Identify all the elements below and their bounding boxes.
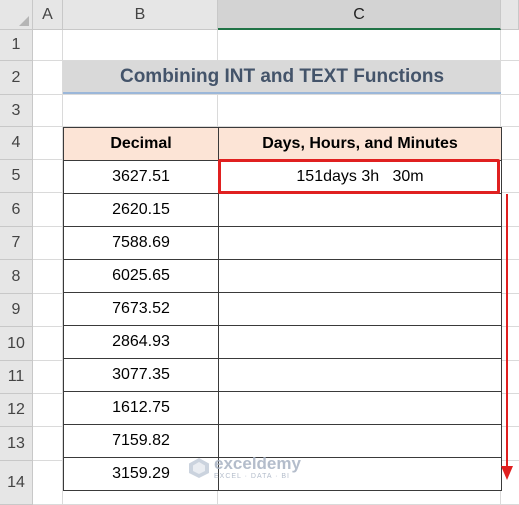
watermark-tagline: EXCEL · DATA · BI xyxy=(214,473,290,480)
row-header-7[interactable]: 7 xyxy=(0,227,33,260)
sheet-title[interactable]: Combining INT and TEXT Functions xyxy=(63,61,501,94)
decimal-cell[interactable]: 1612.75 xyxy=(63,391,219,425)
row-header-14[interactable]: 14 xyxy=(0,461,33,505)
row-header-2[interactable]: 2 xyxy=(0,61,33,95)
gridline xyxy=(33,94,519,95)
select-all-corner[interactable] xyxy=(0,0,33,30)
table-row: 3077.35 xyxy=(63,358,502,392)
select-all-triangle-icon xyxy=(19,16,29,26)
arrow-down-icon xyxy=(501,466,513,480)
row-header-12[interactable]: 12 xyxy=(0,394,33,427)
column-header-d[interactable] xyxy=(501,0,519,30)
result-cell[interactable] xyxy=(218,292,502,326)
result-cell[interactable] xyxy=(218,391,502,425)
table-header-row: Decimal Days, Hours, and Minutes xyxy=(63,127,502,161)
row-header-1[interactable]: 1 xyxy=(0,30,33,61)
table-row: 2620.15 xyxy=(63,193,502,227)
row-header-11[interactable]: 11 xyxy=(0,361,33,394)
column-header-a[interactable]: A xyxy=(33,0,63,30)
table-row: 6025.65 xyxy=(63,259,502,293)
decimal-cell[interactable]: 7159.82 xyxy=(63,424,219,458)
row-header-8[interactable]: 8 xyxy=(0,260,33,294)
watermark-name: exceldemy xyxy=(214,454,301,473)
result-cell[interactable] xyxy=(218,325,502,359)
column-header-b[interactable]: B xyxy=(63,0,218,30)
row-header-9[interactable]: 9 xyxy=(0,294,33,327)
decimal-cell[interactable]: 7673.52 xyxy=(63,292,219,326)
table-row: 7588.69 xyxy=(63,226,502,260)
highlight-box xyxy=(218,159,500,194)
decimal-cell[interactable]: 3077.35 xyxy=(63,358,219,392)
decimal-cell[interactable]: 7588.69 xyxy=(63,226,219,260)
exceldemy-logo-icon xyxy=(189,458,209,478)
row-header-5[interactable]: 5 xyxy=(0,160,33,193)
decimal-cell[interactable]: 2620.15 xyxy=(63,193,219,227)
result-cell[interactable] xyxy=(218,358,502,392)
row-header-13[interactable]: 13 xyxy=(0,427,33,461)
row-header-3[interactable]: 3 xyxy=(0,95,33,127)
decimal-cell[interactable]: 3627.51 xyxy=(63,160,219,194)
table-row: 2864.93 xyxy=(63,325,502,359)
result-cell[interactable] xyxy=(218,424,502,458)
table-row: 7159.82 xyxy=(63,424,502,458)
header-days-hours-minutes[interactable]: Days, Hours, and Minutes xyxy=(218,127,502,161)
decimal-cell[interactable]: 2864.93 xyxy=(63,325,219,359)
result-cell[interactable] xyxy=(218,193,502,227)
table-row: 1612.75 xyxy=(63,391,502,425)
result-cell[interactable] xyxy=(218,259,502,293)
row-header-10[interactable]: 10 xyxy=(0,327,33,361)
decimal-cell[interactable]: 6025.65 xyxy=(63,259,219,293)
watermark: exceldemy EXCEL · DATA · BI xyxy=(188,455,301,481)
row-header-4[interactable]: 4 xyxy=(0,127,33,160)
row-header-6[interactable]: 6 xyxy=(0,193,33,227)
column-header-c[interactable]: C xyxy=(218,0,501,30)
header-decimal[interactable]: Decimal xyxy=(63,127,219,161)
result-cell[interactable] xyxy=(218,226,502,260)
fill-down-arrow xyxy=(506,194,508,466)
table-row: 7673.52 xyxy=(63,292,502,326)
